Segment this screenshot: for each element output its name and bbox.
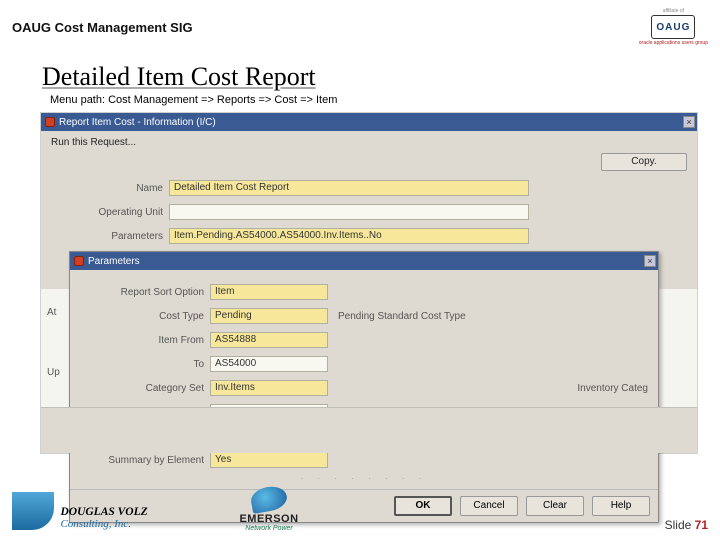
cost-type-field[interactable]: Pending — [210, 308, 328, 324]
item-to-field[interactable]: AS54000 — [210, 356, 328, 372]
app-icon — [74, 256, 84, 266]
form-bottom-area — [41, 407, 697, 453]
cost-type-label: Cost Type — [80, 311, 210, 322]
page-title: Detailed Item Cost Report — [42, 62, 720, 92]
sort-option-label: Report Sort Option — [80, 287, 210, 298]
run-request-label: Run this Request... — [51, 137, 687, 148]
parameters-window-title: Parameters — [88, 256, 140, 267]
emerson-swoosh-icon — [249, 484, 289, 514]
parameters-field[interactable]: Item.Pending.AS54000.AS54000.Inv.Items..… — [169, 228, 529, 244]
operating-unit-label: Operating Unit — [51, 207, 169, 218]
truncated-label-at: At — [47, 307, 56, 318]
item-from-label: Item From — [80, 335, 210, 346]
emerson-logo: EMERSON Network Power — [214, 487, 324, 532]
name-field[interactable]: Detailed Item Cost Report — [169, 180, 529, 196]
sig-title: OAUG Cost Management SIG — [12, 20, 193, 35]
main-window-titlebar: Report Item Cost - Information (I/C) × — [41, 113, 697, 131]
summary-field[interactable]: Yes — [210, 452, 328, 468]
oracle-forms-screenshot: Report Item Cost - Information (I/C) × R… — [40, 112, 698, 454]
operating-unit-field[interactable] — [169, 204, 529, 220]
summary-label: Summary by Element — [80, 455, 210, 466]
douglas-volz-logo: DOUGLAS VOLZ Consulting, Inc. — [12, 492, 182, 532]
parameters-titlebar: Parameters × — [70, 252, 658, 270]
close-icon[interactable]: × — [644, 255, 656, 267]
window-title: Report Item Cost - Information (I/C) — [59, 117, 216, 128]
sort-option-field[interactable]: Item — [210, 284, 328, 300]
oaug-logo: affiliate of OAUG oracle applications us… — [639, 8, 708, 46]
slide-footer: DOUGLAS VOLZ Consulting, Inc. EMERSON Ne… — [12, 480, 708, 532]
menu-path: Menu path: Cost Management => Reports =>… — [50, 94, 720, 106]
app-icon — [45, 117, 55, 127]
oaug-logo-box: OAUG — [651, 15, 695, 39]
copy-button[interactable]: Copy. — [601, 153, 687, 171]
slide-number: Slide 71 — [665, 518, 708, 532]
parameters-label: Parameters — [51, 231, 169, 242]
item-to-label: To — [80, 359, 210, 370]
truncated-label-up: Up — [47, 367, 60, 378]
footer-logos: DOUGLAS VOLZ Consulting, Inc. EMERSON Ne… — [12, 487, 324, 532]
category-set-field[interactable]: Inv.Items — [210, 380, 328, 396]
dv-swoosh-icon — [12, 492, 54, 530]
category-set-label: Category Set — [80, 383, 210, 394]
item-from-field[interactable]: AS54888 — [210, 332, 328, 348]
name-label: Name — [51, 183, 169, 194]
slide-header: OAUG Cost Management SIG affiliate of OA… — [0, 0, 720, 54]
category-set-description: Inventory Categ — [577, 383, 648, 394]
close-icon[interactable]: × — [683, 116, 695, 128]
cost-type-description: Pending Standard Cost Type — [338, 311, 466, 322]
